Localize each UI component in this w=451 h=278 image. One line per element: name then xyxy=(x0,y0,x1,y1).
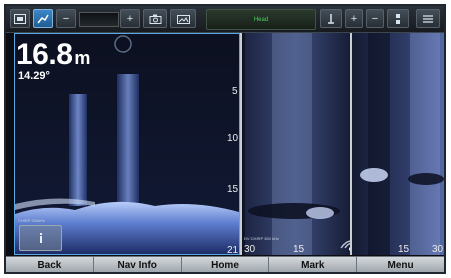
water-temperature: 14.29° xyxy=(18,70,50,82)
camera-icon xyxy=(149,14,161,24)
settings-button[interactable] xyxy=(416,9,440,28)
chartplotter-screen: − + Head + − 16.8 m 14.29° 5 10 15 21 CH… xyxy=(4,4,446,274)
add-button[interactable]: + xyxy=(345,9,363,28)
anchor-icon xyxy=(328,13,334,24)
depth-scale-5: 5 xyxy=(232,86,238,97)
zoom-in-label: + xyxy=(126,12,134,25)
mid-scale-15: 15 xyxy=(293,244,305,255)
depth-readout: 16.8 m xyxy=(16,40,90,73)
home-button[interactable]: Home xyxy=(182,257,270,272)
pause-button[interactable] xyxy=(387,9,409,28)
mark-button[interactable]: Mark xyxy=(269,257,358,272)
display-mode-button[interactable] xyxy=(10,9,30,28)
back-button[interactable]: Back xyxy=(6,257,94,272)
mid-pane-caption: DV CHIRP 350 kHz xyxy=(244,236,279,241)
sidevision-image xyxy=(352,33,444,255)
depth-value: 16.8 xyxy=(16,38,73,71)
info-button[interactable] xyxy=(19,225,62,251)
left-pane-caption: CHIRP 200kHz xyxy=(18,218,46,223)
zoom-out-label: − xyxy=(62,12,70,25)
depth-scale-21: 21 xyxy=(227,245,239,256)
range-mode-button[interactable] xyxy=(33,9,53,28)
bottom-nav-bar: Back Nav Info Home Mark Menu xyxy=(6,256,444,272)
image-icon xyxy=(176,14,190,24)
gain-slider[interactable] xyxy=(79,12,119,27)
menu-button[interactable]: Menu xyxy=(357,257,444,272)
waypoint-button[interactable] xyxy=(320,9,342,28)
screenshot-button[interactable] xyxy=(170,9,196,28)
depth-scale-10: 10 xyxy=(227,133,239,144)
add-label: + xyxy=(350,12,358,25)
downvision-sonar-pane[interactable] xyxy=(242,33,350,255)
right-scale-30: 30 xyxy=(432,244,444,255)
sidevision-sonar-pane[interactable] xyxy=(352,33,444,255)
downvision-image xyxy=(242,33,350,255)
mid-scale-30: 30 xyxy=(244,244,256,255)
right-scale-15: 15 xyxy=(398,244,410,255)
top-toolbar: − + Head + − xyxy=(6,6,444,33)
auto-range-icon xyxy=(37,14,49,23)
status-indicator: Head xyxy=(206,9,316,30)
pause-icon xyxy=(396,13,400,24)
split-view-icon xyxy=(14,13,26,24)
info-icon xyxy=(39,233,42,243)
minus-button[interactable]: − xyxy=(366,9,384,28)
zoom-in-button[interactable]: + xyxy=(120,9,140,28)
camera-button[interactable] xyxy=(143,9,167,28)
nav-info-button[interactable]: Nav Info xyxy=(94,257,182,272)
depth-scale-15: 15 xyxy=(227,184,239,195)
zoom-out-button[interactable]: − xyxy=(56,9,76,28)
menu-lines-icon xyxy=(423,14,433,23)
depth-unit: m xyxy=(74,48,90,68)
status-text: Head xyxy=(253,16,269,23)
minus-label: − xyxy=(371,12,379,25)
